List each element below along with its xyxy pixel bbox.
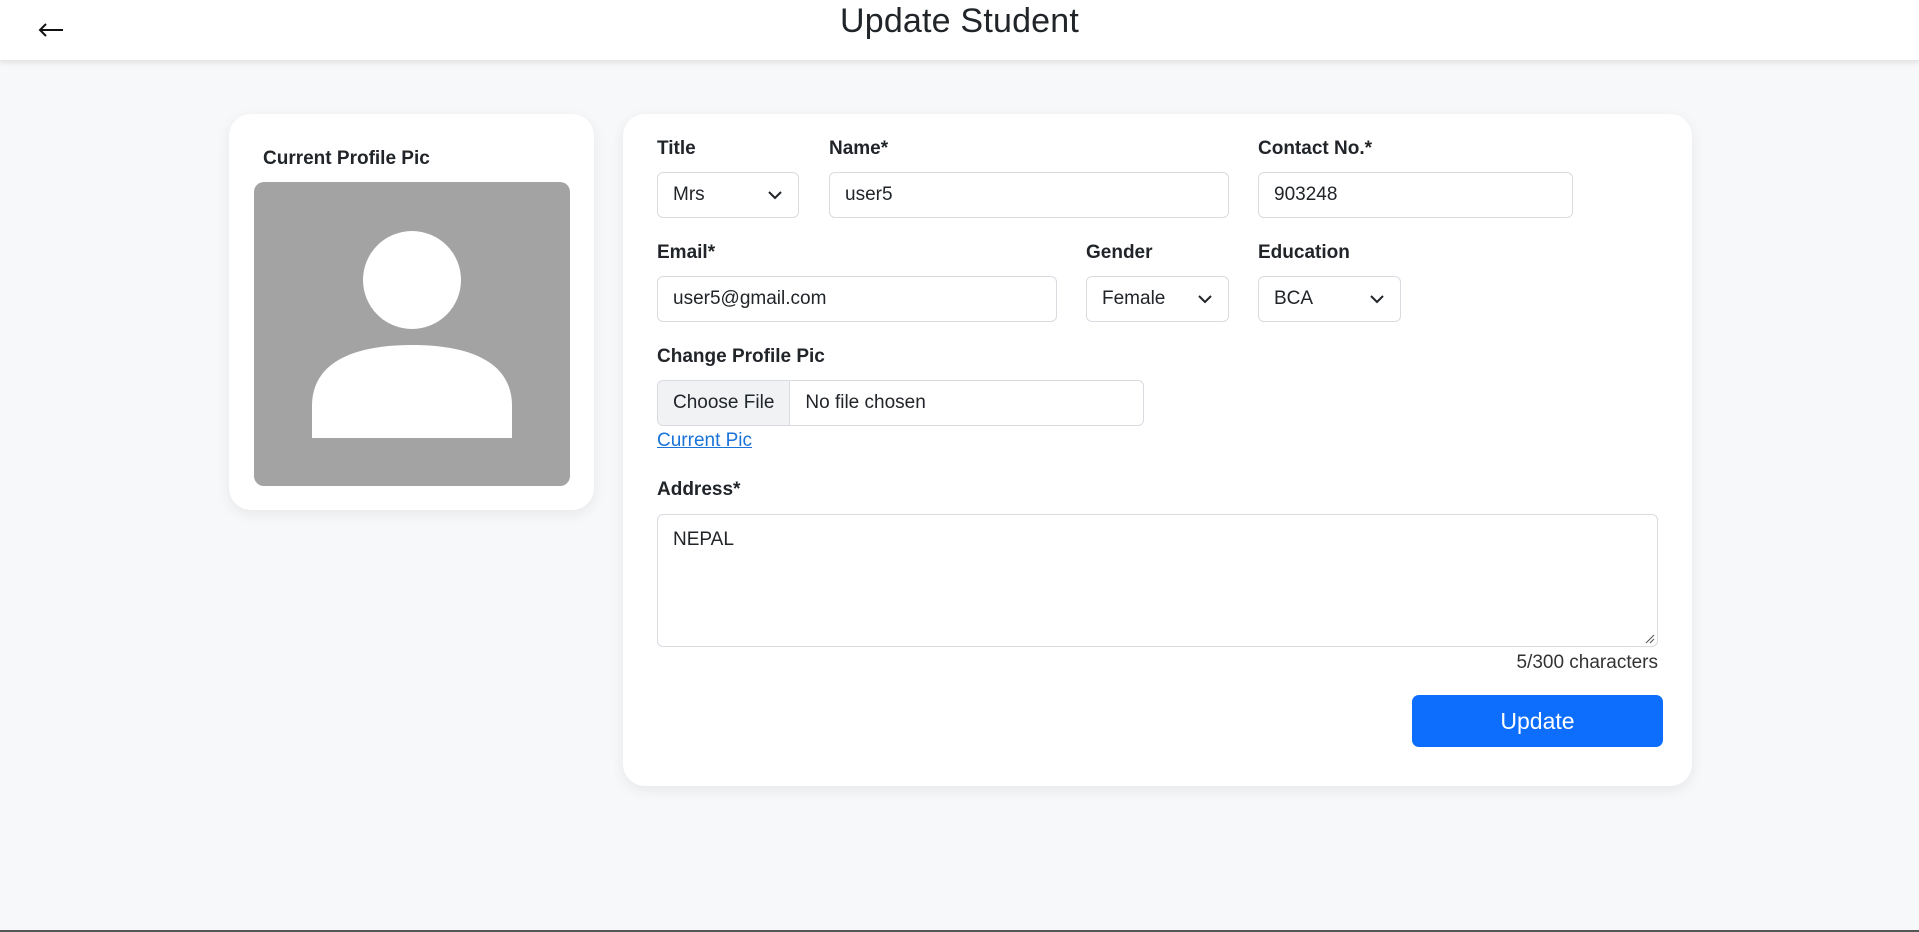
profile-pic-label: Change Profile Pic: [657, 346, 825, 367]
title-label: Title: [657, 138, 696, 159]
choose-file-button[interactable]: Choose File: [658, 381, 791, 425]
address-label: Address*: [657, 479, 741, 500]
app-header: Update Student: [0, 0, 1919, 61]
current-pic-link[interactable]: Current Pic: [657, 430, 752, 452]
user-silhouette-icon: [312, 231, 512, 438]
email-label: Email*: [657, 242, 716, 263]
gender-select[interactable]: Female: [1086, 276, 1229, 322]
contact-input[interactable]: 903248: [1258, 172, 1573, 218]
page-title: Update Student: [839, 2, 1080, 40]
avatar: [254, 182, 570, 486]
chevron-down-icon: [1370, 295, 1384, 304]
title-select[interactable]: Mrs: [657, 172, 799, 218]
resize-grip-icon[interactable]: [1645, 634, 1655, 644]
title-select-value: Mrs: [673, 184, 705, 205]
file-status: No file chosen: [805, 392, 926, 413]
gender-label: Gender: [1086, 242, 1153, 263]
profile-card-title: Current Profile Pic: [263, 148, 430, 169]
name-input[interactable]: user5: [829, 172, 1229, 218]
contact-label: Contact No.*: [1258, 138, 1372, 159]
name-input-value: user5: [845, 184, 893, 205]
address-char-counter: 5/300 characters: [1516, 652, 1658, 673]
chevron-down-icon: [768, 191, 782, 200]
chevron-down-icon: [1198, 295, 1212, 304]
contact-input-value: 903248: [1274, 184, 1338, 205]
address-textarea[interactable]: NEPAL: [657, 514, 1658, 647]
profile-pic-file-input[interactable]: Choose File No file chosen: [657, 380, 1144, 426]
email-input-value: user5@gmail.com: [673, 288, 827, 309]
name-label: Name*: [829, 138, 889, 159]
update-button[interactable]: Update: [1412, 695, 1663, 747]
education-label: Education: [1258, 242, 1350, 263]
education-select[interactable]: BCA: [1258, 276, 1401, 322]
education-select-value: BCA: [1274, 288, 1314, 309]
profile-pic-card: Current Profile Pic: [229, 114, 594, 510]
student-form-card: Title Mrs Name* user5 Contact No.* 90324…: [623, 114, 1692, 786]
email-input[interactable]: user5@gmail.com: [657, 276, 1057, 322]
gender-select-value: Female: [1102, 288, 1166, 309]
address-textarea-value: NEPAL: [673, 529, 734, 550]
